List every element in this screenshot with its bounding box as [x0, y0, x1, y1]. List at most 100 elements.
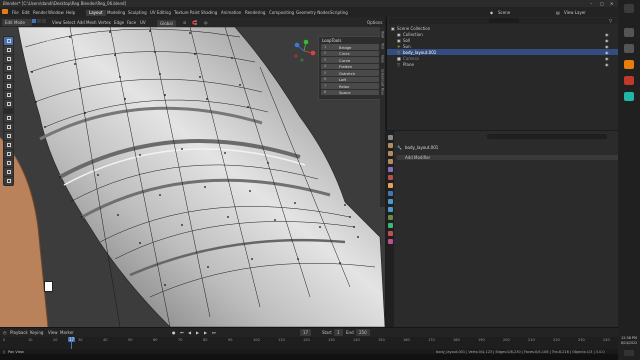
record-icon[interactable]: ●	[172, 330, 176, 335]
menu-view-timeline[interactable]: View	[48, 330, 58, 335]
tab-rendering[interactable]: Rendering	[242, 10, 268, 16]
looptools-relax-button[interactable]: 7 Relax	[321, 83, 379, 89]
scale-tool[interactable]	[4, 73, 13, 81]
measure-tool[interactable]	[4, 100, 13, 108]
menu-mesh[interactable]: Mesh	[86, 20, 97, 25]
bevel-tool[interactable]	[4, 141, 13, 149]
tool-props-icon[interactable]	[387, 135, 393, 140]
face-select-icon[interactable]	[42, 19, 46, 23]
blender-logo-icon[interactable]	[2, 9, 8, 14]
menu-edge[interactable]: Edge	[114, 20, 124, 25]
timeline-ruler[interactable]: 0 10 20 30 40 50 60 70 80 90 100 110 120 130 140 150 160…	[0, 337, 618, 349]
menu-marker[interactable]: Marker	[60, 330, 74, 335]
looptools-gstretch-button[interactable]: 5 Gstretch	[321, 70, 379, 76]
move-tool[interactable]	[4, 55, 13, 63]
looptools-flatten-button[interactable]: 4 Flatten	[321, 63, 379, 69]
extrude-tool[interactable]	[4, 123, 13, 131]
particles-props-icon[interactable]	[387, 199, 393, 204]
object-props-icon[interactable]	[387, 183, 393, 188]
select-box-tool[interactable]	[4, 37, 13, 45]
menu-keying[interactable]: Keying	[30, 330, 43, 335]
close-icon[interactable]: ✕	[610, 1, 613, 6]
edge-select-icon[interactable]	[37, 19, 41, 23]
texture-props-icon[interactable]	[387, 239, 393, 244]
navigation-gizmo[interactable]	[292, 39, 316, 63]
cursor-tool[interactable]	[4, 46, 13, 54]
notification-icon[interactable]	[624, 350, 634, 356]
prev-key-icon[interactable]: ◀	[188, 330, 191, 335]
menu-select[interactable]: Select	[63, 20, 75, 25]
tab-animation[interactable]: Animation	[218, 10, 244, 16]
output-props-icon[interactable]	[387, 151, 393, 156]
outliner-row[interactable]: ▽ Plane ◉	[387, 61, 619, 67]
menu-uv[interactable]: UV	[140, 20, 146, 25]
app-taskbar-icon-red[interactable]	[624, 76, 634, 85]
scene-selector[interactable]: Scene	[498, 10, 510, 15]
maximize-icon[interactable]: □	[600, 1, 604, 6]
eye-icon[interactable]: ◉	[605, 62, 609, 67]
outliner-search-input[interactable]	[489, 18, 519, 23]
rotate-tool[interactable]	[4, 64, 13, 72]
spin-tool[interactable]	[4, 177, 13, 185]
menu-add[interactable]: Add	[77, 20, 85, 25]
edit-mode-dropdown[interactable]: Edit Mode	[2, 18, 32, 26]
tab-scripting[interactable]: Scripting	[327, 10, 351, 16]
tab-shading[interactable]: Shading	[198, 10, 220, 16]
tab-layout[interactable]: Layout	[86, 10, 106, 16]
next-key-icon[interactable]: ▶	[204, 330, 207, 335]
tab-sculpting[interactable]: Sculpting	[125, 10, 150, 16]
windows-start-icon[interactable]	[624, 4, 634, 13]
tab-uv-editing[interactable]: UV Editing	[147, 10, 174, 16]
current-frame-field[interactable]: 17	[300, 329, 312, 336]
annotate-tool[interactable]	[4, 91, 13, 99]
pivot-icon[interactable]: ⊙	[183, 20, 186, 25]
proportional-edit-icon[interactable]: ◎	[204, 20, 208, 25]
options-dropdown[interactable]: Options	[367, 20, 382, 25]
play-icon[interactable]: ▶	[196, 330, 199, 335]
view-layer-selector[interactable]: View Layer	[564, 10, 586, 15]
menu-file[interactable]: File	[12, 10, 19, 15]
app-taskbar-icon-teal[interactable]	[624, 92, 634, 101]
end-frame-field[interactable]: 250	[356, 329, 370, 336]
menu-face[interactable]: Face	[127, 20, 136, 25]
menu-vertex[interactable]: Vertex	[98, 20, 111, 25]
filter-icon[interactable]: ▽	[609, 18, 612, 23]
physics-props-icon[interactable]	[387, 207, 393, 212]
constraints-props-icon[interactable]	[387, 215, 393, 220]
menu-playback[interactable]: Playback	[10, 330, 28, 335]
vertex-select-icon[interactable]	[32, 19, 36, 23]
sidebar-tab-screencast-keys[interactable]: Screencast Keys	[381, 69, 385, 95]
orientation-dropdown[interactable]: Global	[157, 20, 176, 27]
poly-build-tool[interactable]	[4, 168, 13, 176]
looptools-circle-button[interactable]: 2 Circle	[321, 50, 379, 56]
looptools-space-button[interactable]: 8 Space	[321, 89, 379, 95]
render-props-icon[interactable]	[387, 143, 393, 148]
blender-taskbar-icon[interactable]	[624, 60, 634, 69]
add-cube-tool[interactable]	[4, 114, 13, 122]
sidebar-tab-tool[interactable]: Tool	[381, 43, 385, 49]
looptools-loft-button[interactable]: 6 Loft	[321, 76, 379, 82]
minimize-icon[interactable]: –	[590, 1, 592, 6]
inset-tool[interactable]	[4, 132, 13, 140]
looptools-bridge-button[interactable]: 1 Bridge	[321, 44, 379, 50]
data-props-icon[interactable]	[387, 223, 393, 228]
jump-end-icon[interactable]: ⏭	[212, 330, 216, 335]
menu-edit[interactable]: Edit	[22, 10, 30, 15]
menu-render[interactable]: Render	[33, 10, 47, 15]
menu-window[interactable]: Window	[48, 10, 64, 15]
knife-tool[interactable]	[4, 159, 13, 167]
sidebar-tab-item[interactable]: Item	[381, 31, 385, 38]
looptools-curve-button[interactable]: 3 Curve	[321, 57, 379, 63]
start-frame-field[interactable]: 1	[334, 329, 343, 336]
add-modifier-dropdown[interactable]: Add Modifier	[397, 155, 623, 160]
loop-cut-tool[interactable]	[4, 150, 13, 158]
modifier-props-icon[interactable]	[387, 191, 393, 196]
view-layer-props-icon[interactable]	[387, 159, 393, 164]
task-view-icon[interactable]	[624, 44, 634, 53]
properties-search-input[interactable]	[487, 134, 607, 139]
jump-start-icon[interactable]: ⏮	[180, 330, 184, 335]
snap-icon[interactable]: 🧲	[192, 20, 197, 25]
material-props-icon[interactable]	[387, 231, 393, 236]
menu-help[interactable]: Help	[66, 10, 75, 15]
transform-tool[interactable]	[4, 82, 13, 90]
